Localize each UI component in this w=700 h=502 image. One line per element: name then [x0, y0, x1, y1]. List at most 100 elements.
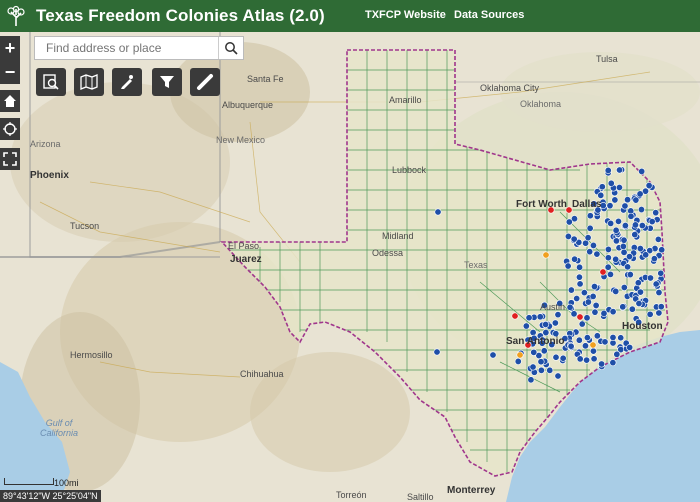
colony-marker[interactable]: [570, 310, 578, 318]
colony-marker[interactable]: [626, 271, 634, 279]
colony-marker[interactable]: [609, 359, 617, 367]
colony-marker[interactable]: [620, 248, 628, 256]
colony-marker[interactable]: [581, 342, 589, 350]
colony-marker[interactable]: [621, 222, 629, 230]
colony-marker[interactable]: [590, 283, 598, 291]
colony-marker[interactable]: [575, 336, 583, 344]
colony-marker[interactable]: [514, 357, 522, 365]
colony-marker[interactable]: [570, 235, 578, 243]
colony-marker[interactable]: [551, 319, 559, 327]
colony-marker[interactable]: [657, 303, 665, 311]
fullscreen-button[interactable]: [0, 148, 20, 170]
colony-marker[interactable]: [646, 310, 654, 318]
map-legend-button[interactable]: [74, 68, 104, 96]
colony-marker[interactable]: [564, 232, 572, 240]
colony-marker[interactable]: [631, 221, 639, 229]
colony-marker[interactable]: [648, 218, 656, 226]
colony-marker[interactable]: [601, 338, 609, 346]
colony-marker[interactable]: [650, 255, 658, 263]
measure-button[interactable]: [190, 68, 220, 96]
colony-marker[interactable]: [576, 355, 584, 363]
zoom-in-button[interactable]: +: [0, 36, 20, 60]
colony-marker[interactable]: [636, 190, 644, 198]
colony-marker[interactable]: [525, 314, 533, 322]
colony-marker[interactable]: [604, 166, 612, 174]
colony-marker[interactable]: [654, 235, 662, 243]
colony-marker[interactable]: [609, 333, 617, 341]
colony-marker[interactable]: [564, 262, 572, 270]
colony-marker[interactable]: [567, 342, 575, 350]
colony-marker[interactable]: [624, 263, 632, 271]
colony-marker[interactable]: [511, 312, 519, 320]
colony-marker[interactable]: [537, 358, 545, 366]
colony-marker[interactable]: [604, 254, 612, 262]
colony-marker[interactable]: [626, 343, 634, 351]
colony-marker[interactable]: [637, 206, 645, 214]
colony-marker[interactable]: [652, 280, 660, 288]
colony-marker[interactable]: [546, 366, 554, 374]
colony-marker[interactable]: [642, 251, 650, 259]
colony-marker[interactable]: [583, 314, 591, 322]
colony-marker[interactable]: [529, 329, 537, 337]
colony-marker[interactable]: [638, 167, 646, 175]
colony-marker[interactable]: [635, 299, 643, 307]
colony-marker[interactable]: [612, 255, 620, 263]
colony-marker[interactable]: [567, 286, 575, 294]
colony-marker[interactable]: [589, 241, 597, 249]
colony-marker[interactable]: [586, 224, 594, 232]
colony-marker[interactable]: [598, 360, 606, 368]
colony-marker[interactable]: [583, 334, 591, 342]
colony-marker[interactable]: [542, 321, 550, 329]
colony-marker[interactable]: [620, 236, 628, 244]
colony-marker[interactable]: [592, 301, 600, 309]
colony-marker[interactable]: [606, 202, 614, 210]
colony-marker[interactable]: [554, 372, 562, 380]
colony-marker[interactable]: [586, 248, 594, 256]
txfcp-website-link[interactable]: TXFCP Website: [365, 9, 446, 21]
colony-marker[interactable]: [589, 341, 597, 349]
colony-marker[interactable]: [636, 288, 644, 296]
colony-marker[interactable]: [604, 245, 612, 253]
colony-marker[interactable]: [606, 270, 614, 278]
colony-marker[interactable]: [434, 208, 442, 216]
colony-marker[interactable]: [599, 268, 607, 276]
colony-marker[interactable]: [529, 363, 537, 371]
colony-marker[interactable]: [634, 279, 642, 287]
colony-marker[interactable]: [593, 250, 601, 258]
colony-marker[interactable]: [636, 245, 644, 253]
colony-marker[interactable]: [657, 269, 665, 277]
colony-marker[interactable]: [589, 292, 597, 300]
colony-marker[interactable]: [559, 354, 567, 362]
colony-marker[interactable]: [624, 196, 632, 204]
colony-marker[interactable]: [652, 209, 660, 217]
colony-marker[interactable]: [575, 273, 583, 281]
colony-marker[interactable]: [614, 217, 622, 225]
colony-marker[interactable]: [655, 309, 663, 317]
colony-marker[interactable]: [573, 294, 581, 302]
colony-marker[interactable]: [612, 237, 620, 245]
colony-marker[interactable]: [628, 305, 636, 313]
colony-marker[interactable]: [571, 255, 579, 263]
colony-marker[interactable]: [626, 253, 634, 261]
colony-marker[interactable]: [542, 251, 550, 259]
colony-marker[interactable]: [597, 191, 605, 199]
colony-marker[interactable]: [522, 322, 530, 330]
colony-marker[interactable]: [583, 356, 591, 364]
colony-marker[interactable]: [527, 376, 535, 384]
colony-marker[interactable]: [584, 298, 592, 306]
colony-marker[interactable]: [433, 348, 441, 356]
colony-marker[interactable]: [627, 212, 635, 220]
colony-marker[interactable]: [580, 289, 588, 297]
colony-marker[interactable]: [565, 218, 573, 226]
filter-button[interactable]: [152, 68, 182, 96]
colony-marker[interactable]: [632, 196, 640, 204]
colony-marker[interactable]: [598, 183, 606, 191]
colony-marker[interactable]: [554, 311, 562, 319]
colony-marker[interactable]: [658, 246, 666, 254]
colony-marker[interactable]: [536, 313, 544, 321]
colony-marker[interactable]: [607, 219, 615, 227]
colony-marker[interactable]: [576, 263, 584, 271]
colony-marker[interactable]: [631, 231, 639, 239]
colony-marker[interactable]: [516, 351, 524, 359]
colony-marker[interactable]: [578, 320, 586, 328]
